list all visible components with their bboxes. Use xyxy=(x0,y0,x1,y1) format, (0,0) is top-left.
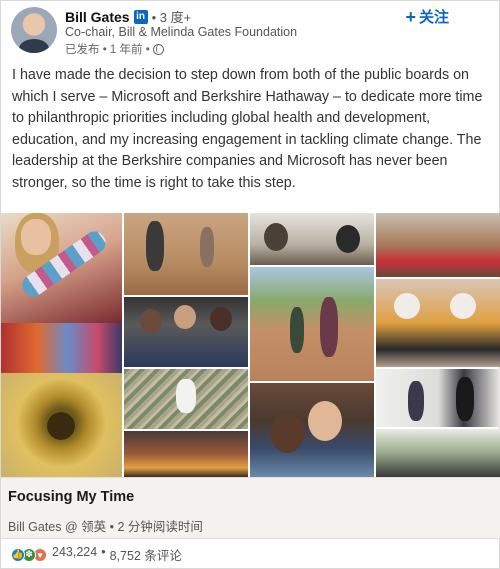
author-name-row: Bill Gates in • 3 度+ xyxy=(65,7,191,26)
connection-degree: • 3 度+ xyxy=(151,10,192,25)
reaction-count[interactable]: 243,224 xyxy=(52,545,97,564)
collage-photo-mosquito xyxy=(1,373,122,477)
article-title[interactable]: Focusing My Time xyxy=(8,489,134,505)
follow-button[interactable]: + 关注 xyxy=(405,6,449,27)
collage-photo-bill-gates-selfie xyxy=(250,383,374,477)
collage-photo-farmer-dry-field xyxy=(124,369,248,429)
collage-photo-walking-road xyxy=(124,213,248,295)
article-link[interactable]: Focusing My Time Bill Gates @ 领英 • 2 分钟阅… xyxy=(1,477,500,539)
follow-label: 关注 xyxy=(418,9,449,26)
collage-photo-kitchen xyxy=(376,429,500,477)
collage-photo-power-plant xyxy=(124,431,248,477)
post-text: I have made the decision to step down fr… xyxy=(12,67,483,191)
author-avatar[interactable] xyxy=(11,7,57,53)
collage-photo-whiteboard xyxy=(376,369,500,427)
plus-icon: + xyxy=(405,6,416,27)
collage-photo-village-path xyxy=(250,267,374,381)
collage-photo-crowd xyxy=(1,323,122,373)
collage-photo-women-sorting xyxy=(376,213,500,277)
feed-post-card: Bill Gates in • 3 度+ Co-chair, Bill & Me… xyxy=(0,0,500,569)
like-icon: 👍 xyxy=(11,547,25,562)
collage-photo-meeting xyxy=(250,213,374,265)
post-meta: 已发布 • 1 年前 • xyxy=(65,41,164,57)
count-separator: • xyxy=(101,545,106,559)
author-name[interactable]: Bill Gates xyxy=(65,9,130,25)
collage-photo-prosthetic-arm xyxy=(1,213,122,323)
article-meta: Bill Gates @ 领英 • 2 分钟阅读时间 xyxy=(8,520,203,534)
social-counts[interactable]: 👍 ✽ ♥ 243,224 • 8,752 条评论 xyxy=(11,545,182,564)
linkedin-icon: in xyxy=(133,9,148,24)
author-headline: Co-chair, Bill & Melinda Gates Foundatio… xyxy=(65,25,298,39)
counts-row: 243,224 • 8,752 条评论 xyxy=(52,545,182,564)
article-image-collage[interactable] xyxy=(1,213,500,477)
posted-time: 已发布 • 1 年前 • xyxy=(65,44,150,56)
collage-photo-students-laptop xyxy=(124,297,248,367)
globe-icon xyxy=(152,43,164,55)
comment-count[interactable]: 8,752 条评论 xyxy=(110,545,182,564)
collage-photo-lab-workers xyxy=(376,279,500,367)
